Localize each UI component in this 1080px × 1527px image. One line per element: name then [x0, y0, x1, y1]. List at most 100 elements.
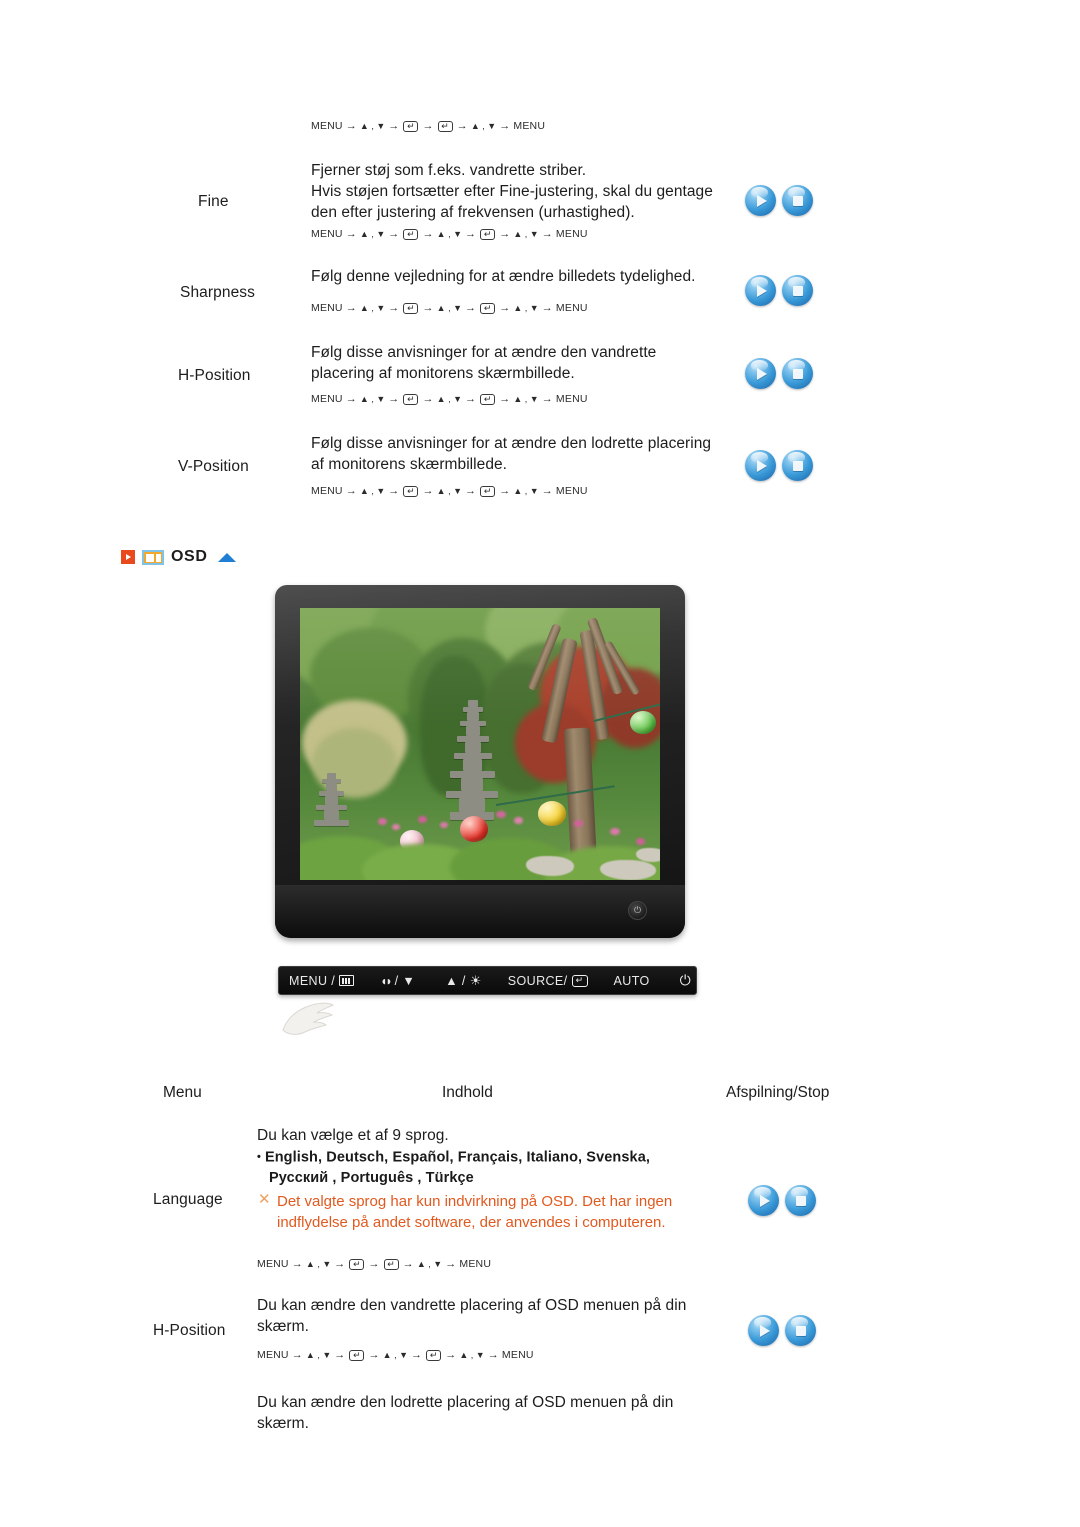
column-header-menu: Menu — [163, 1084, 202, 1101]
monitor-body: ⏻ — [275, 585, 685, 938]
stop-button[interactable] — [785, 1185, 816, 1216]
osd-section-header: OSD — [121, 548, 237, 566]
arrow-icon: → — [499, 393, 511, 405]
playstop-buttons-fine[interactable] — [745, 185, 813, 216]
control-auto-button[interactable]: AUTO — [614, 974, 650, 988]
path-token-updown: ▲ , ▼ — [359, 394, 386, 404]
menu-label-osd-h-position: H-Position — [153, 1322, 226, 1339]
path-token-updown: ▲ , ▼ — [359, 303, 386, 313]
enter-key-icon: ↵ — [403, 393, 419, 405]
arrow-icon: → — [464, 393, 477, 405]
path-token-menu-end: MENU — [555, 485, 588, 497]
description-fine: Fjerner støj som f.eks. vandrette stribe… — [311, 160, 731, 223]
description-h-position: Følg disse anvisninger for at ændre den … — [311, 342, 731, 384]
column-header-content: Indhold — [442, 1084, 493, 1101]
enter-key-icon: ↵ — [426, 1349, 442, 1361]
description-sharpness: Følg denne vejledning for at ændre bille… — [311, 266, 731, 287]
bullet-icon: • — [257, 1151, 261, 1163]
play-icon — [745, 450, 776, 481]
brightness-icon: ☀ — [469, 972, 482, 988]
play-icon — [745, 358, 776, 389]
description-line: Følg disse anvisninger for at ændre den … — [311, 344, 657, 361]
stop-button[interactable] — [782, 275, 813, 306]
control-sound-down-button[interactable]: ◖◗ / ▼ — [380, 974, 415, 988]
arrow-icon: → — [464, 228, 477, 240]
monitor-control-bar: MENU / ◖◗ / ▼ ▲ / ☀ SOURCE/ ↵ AUTO ⏻ — [278, 966, 697, 995]
arrow-icon: → — [422, 228, 434, 240]
play-button[interactable] — [745, 358, 776, 389]
path-token-updown: ▲ , ▼ — [359, 229, 386, 239]
language-list-text: English, Deutsch, Español, Français, Ita… — [264, 1149, 650, 1166]
stop-icon — [782, 358, 813, 389]
playstop-buttons-h-position[interactable] — [745, 358, 813, 389]
stop-button[interactable] — [785, 1315, 816, 1346]
description-line: den efter justering af frekvensen (urhas… — [311, 204, 635, 221]
play-button[interactable] — [745, 275, 776, 306]
path-line-sharpness: MENU → ▲ , ▼ → ↵ → ▲ , ▼ → ↵ → ▲ , ▼ → M… — [311, 302, 588, 314]
enter-key-icon: ↵ — [480, 485, 496, 497]
enter-key-icon: ↵ — [349, 1258, 365, 1270]
stop-icon — [785, 1185, 816, 1216]
path-token-menu-start: MENU — [311, 302, 343, 314]
note-line: Det valgte sprog har kun indvirkning på … — [277, 1193, 673, 1210]
stop-button[interactable] — [782, 185, 813, 216]
path-token-updown: ▲ , ▼ — [416, 1259, 443, 1269]
control-brightness-up-button[interactable]: ▲ / ☀ — [445, 973, 482, 989]
play-icon — [745, 275, 776, 306]
note-line: indflydelse på andet software, der anven… — [277, 1214, 666, 1231]
path-token-updown: ▲ , ▼ — [305, 1259, 332, 1269]
control-power-button[interactable]: ⏻ — [680, 972, 691, 989]
description-line: Du kan ændre den vandrette placering af … — [257, 1297, 687, 1314]
stop-button[interactable] — [782, 450, 813, 481]
path-token-menu-start: MENU — [257, 1349, 289, 1361]
arrow-icon: → — [499, 485, 511, 497]
arrow-icon: → — [445, 1349, 457, 1361]
play-button[interactable] — [748, 1185, 779, 1216]
arrow-icon: → — [456, 120, 468, 132]
control-source-button[interactable]: SOURCE/ ↵ — [508, 974, 588, 988]
play-button[interactable] — [745, 185, 776, 216]
arrow-icon: → — [334, 1258, 346, 1270]
enter-key-icon: ↵ — [403, 302, 419, 314]
path-token-updown: ▲ , ▼ — [436, 486, 462, 496]
play-icon — [748, 1185, 779, 1216]
enter-key-icon: ↵ — [403, 120, 419, 132]
control-menu-button[interactable]: MENU / — [289, 974, 355, 988]
lantern-red — [460, 816, 488, 842]
arrow-icon: → — [388, 393, 400, 405]
arrow-icon: → — [487, 1349, 499, 1361]
path-token-menu-end: MENU — [513, 120, 546, 132]
path-token-updown: ▲ , ▼ — [436, 303, 462, 313]
path-token-updown: ▲ , ▼ — [513, 394, 539, 404]
enter-key-icon: ↵ — [403, 485, 419, 497]
monitor-screen-icon — [142, 549, 164, 565]
menu-label-fine: Fine — [198, 193, 229, 210]
path-token-updown: ▲ , ▼ — [513, 486, 539, 496]
play-button[interactable] — [748, 1315, 779, 1346]
path-token-updown: ▲ , ▼ — [459, 1350, 485, 1360]
play-icon — [748, 1315, 779, 1346]
stop-icon — [782, 275, 813, 306]
arrow-icon: → — [541, 228, 553, 240]
path-token-menu-start: MENU — [311, 393, 343, 405]
arrow-icon: → — [464, 302, 477, 314]
play-button[interactable] — [745, 450, 776, 481]
power-icon[interactable]: ⏻ — [628, 901, 647, 920]
path-line-fine: MENU → ▲ , ▼ → ↵ → ▲ , ▼ → ↵ → ▲ , ▼ → M… — [311, 228, 588, 240]
enter-key-icon: ↵ — [349, 1349, 365, 1361]
stop-button[interactable] — [782, 358, 813, 389]
path-token-menu-end: MENU — [555, 228, 588, 240]
description-line: placering af monitorens skærmbillede. — [311, 365, 575, 382]
path-token-menu-end: MENU — [459, 1258, 492, 1270]
enter-key-icon: ↵ — [403, 228, 419, 240]
arrow-icon: → — [499, 120, 511, 132]
path-token-updown: ▲ , ▼ — [359, 121, 386, 131]
arrow-icon: → — [345, 120, 357, 132]
playstop-buttons-osd-h-position[interactable] — [748, 1315, 816, 1346]
osd-section-title: OSD — [171, 548, 208, 565]
playstop-buttons-language[interactable] — [748, 1185, 816, 1216]
playstop-buttons-sharpness[interactable] — [745, 275, 813, 306]
arrow-icon: → — [291, 1258, 303, 1270]
playstop-buttons-v-position[interactable] — [745, 450, 813, 481]
blue-triangle-up-icon[interactable] — [218, 552, 237, 562]
